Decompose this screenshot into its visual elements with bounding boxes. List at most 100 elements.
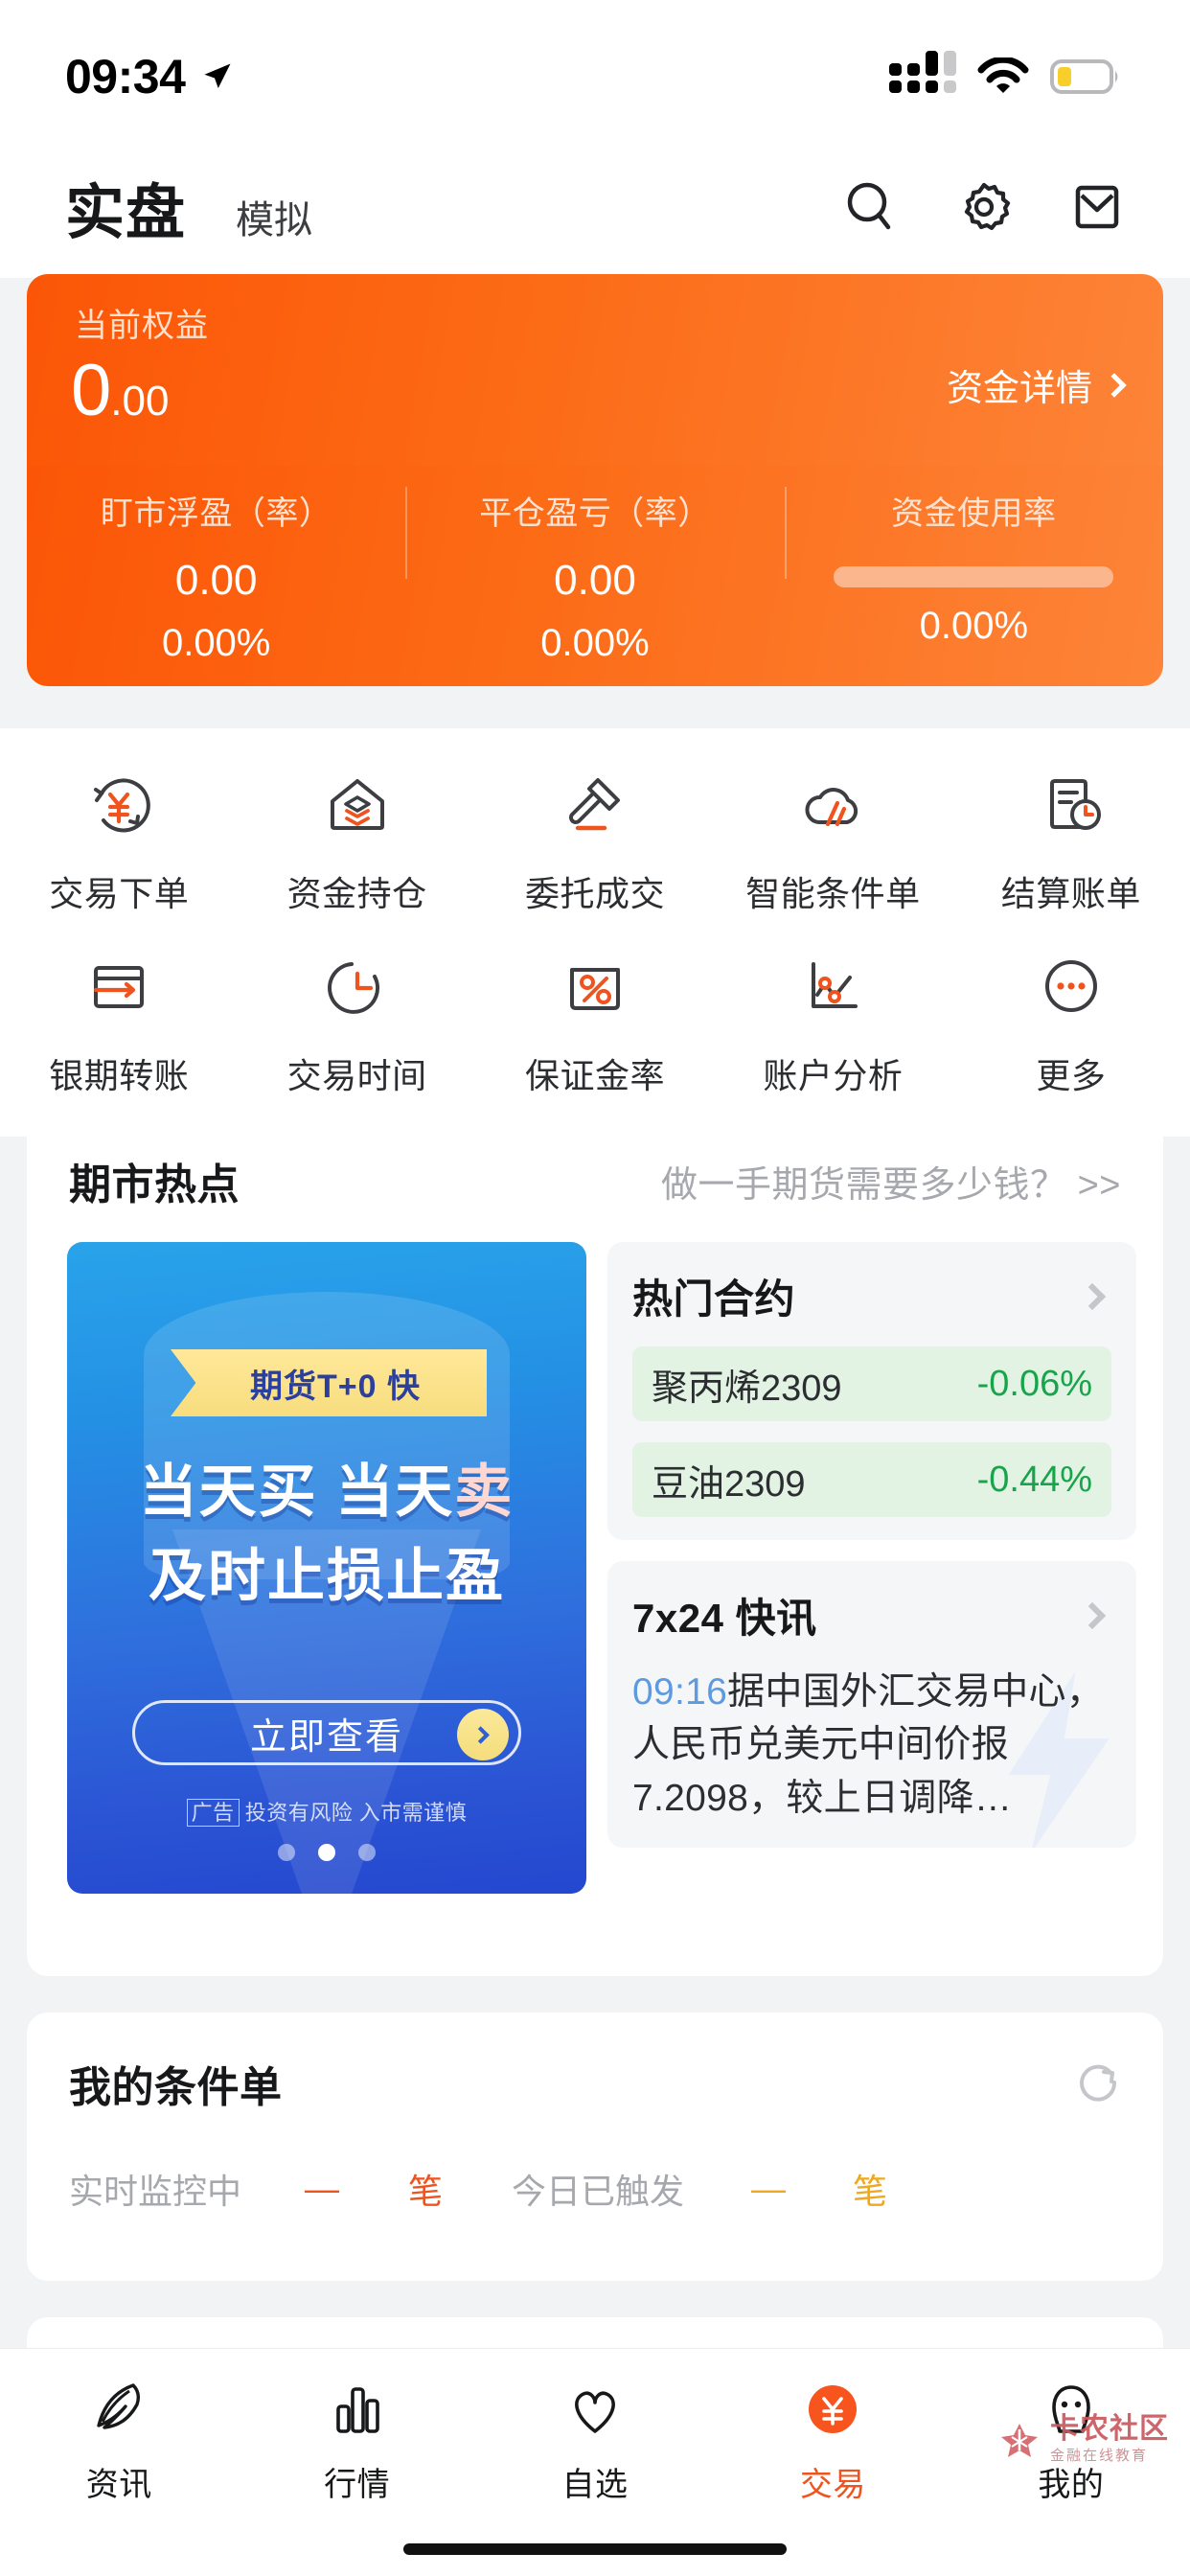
news-title: 7x24 快讯 — [632, 1596, 817, 1641]
banner-disclaimer: 广告 投资有风险 入市需谨慎 — [67, 1796, 586, 1827]
account-mode-tabs: 实盘 模拟 — [65, 164, 843, 250]
quick-action-trading-hours[interactable]: 交易时间 — [238, 926, 475, 1108]
card-transfer-icon — [79, 947, 159, 1027]
stat-percent: 0.00% — [161, 622, 271, 664]
equity-value-int: 0 — [71, 350, 111, 431]
status-time: 09:34 — [65, 50, 186, 104]
quick-action-trade-order[interactable]: 交易下单 — [0, 744, 238, 926]
equity-card: 当前权益 0.00 资金详情 — [27, 274, 1163, 494]
market-hotspot-header: 期市热点 做一手期货需要多少钱？ >> — [27, 1108, 1163, 1211]
equity-value: 0.00 — [71, 349, 169, 432]
quick-action-label: 更多 — [1036, 1056, 1107, 1095]
refresh-button[interactable] — [1075, 2058, 1121, 2109]
quick-action-orders-trades[interactable]: 委托成交 — [476, 744, 714, 926]
banner-headline-1a: 当天买 当天 — [139, 1460, 455, 1524]
stat-label: 盯市浮盈（率） — [100, 495, 332, 532]
my-conditional-orders-card: 我的条件单 实时监控中 — 笔 今日已触发 — 笔 — [27, 2012, 1163, 2281]
yen-circle-icon — [797, 2374, 868, 2445]
news-card[interactable]: 7x24 快讯 09:16据中国外汇交易中心，人民币兑美元中间价报7.2098，… — [607, 1561, 1136, 1849]
tab-live-account[interactable]: 实盘 — [65, 164, 186, 250]
quote-row[interactable]: 聚丙烯2309 -0.06% — [632, 1346, 1111, 1421]
section-title: 期市热点 — [69, 1162, 240, 1208]
pagination-dot[interactable] — [358, 1844, 376, 1861]
quick-action-label: 智能条件单 — [745, 874, 921, 913]
mail-icon[interactable] — [1069, 179, 1125, 235]
quick-action-account-analysis[interactable]: 账户分析 — [714, 926, 951, 1108]
hotspot-right-column: 热门合约 聚丙烯2309 -0.06% 豆油2309 -0.44% 7x24 快… — [607, 1242, 1136, 1894]
market-hotspot-card: 期市热点 做一手期货需要多少钱？ >> 期货T+0 快 当天买 当天卖 及时止损… — [27, 1108, 1163, 1976]
fund-detail-link[interactable]: 资金详情 — [947, 358, 1127, 411]
banner-ribbon: 期货T+0 快 — [171, 1349, 487, 1416]
triggered-count: — — [751, 2169, 787, 2208]
banner-cta-button[interactable]: 立即查看 — [132, 1700, 521, 1765]
stat-fund-usage: 资金使用率 0.00% — [784, 466, 1163, 686]
chevron-right-circle-icon — [457, 1709, 509, 1760]
conditional-orders-summary: 实时监控中 — 笔 今日已触发 — 笔 — [27, 2114, 1163, 2214]
disclaimer-text: 投资有风险 入市需谨慎 — [244, 1801, 468, 1825]
monitor-unit: 笔 — [408, 2172, 444, 2211]
stat-percent: 0.00% — [919, 605, 1029, 647]
cellular-signal-icon — [889, 51, 956, 93]
news-body: 09:16据中国外汇交易中心，人民币兑美元中间价报7.2098，较上日调降… — [632, 1666, 1111, 1825]
house-layers-icon — [317, 765, 398, 845]
location-arrow-icon — [204, 63, 231, 88]
nav-item-quotes[interactable]: 行情 — [238, 2374, 475, 2505]
nav-label-active: 交易 — [799, 2467, 866, 2503]
tab-simulated-account[interactable]: 模拟 — [236, 189, 312, 244]
triggered-label: 今日已触发 — [512, 2172, 685, 2211]
market-hotspot-body: 期货T+0 快 当天买 当天卖 及时止损止盈 立即查看 广告 投资有风险 入市需谨… — [27, 1211, 1163, 1894]
watermark-logo-icon — [1001, 2424, 1038, 2457]
watermark-title: 卡农社区 — [1050, 2413, 1169, 2445]
hot-contracts-title: 热门合约 — [632, 1276, 796, 1322]
hot-contracts-card[interactable]: 热门合约 聚丙烯2309 -0.06% 豆油2309 -0.44% — [607, 1242, 1136, 1540]
stat-label: 平仓盈亏（率） — [479, 495, 711, 532]
ellipsis-circle-icon — [1031, 947, 1111, 1027]
banner-ribbon-text: 期货T+0 快 — [250, 1368, 421, 1405]
hotspot-more-link[interactable]: 做一手期货需要多少钱？ >> — [661, 1155, 1121, 1208]
nav-label: 自选 — [561, 2467, 629, 2503]
quick-action-smart-conditional[interactable]: 智能条件单 — [714, 744, 951, 926]
line-chart-icon — [792, 947, 873, 1027]
chevron-right-icon[interactable] — [1078, 1282, 1107, 1310]
quote-row[interactable]: 豆油2309 -0.44% — [632, 1442, 1111, 1517]
quote-name: 豆油2309 — [652, 1463, 806, 1505]
banner-pagination-dots — [67, 1844, 586, 1861]
nav-item-watchlist[interactable]: 自选 — [476, 2374, 714, 2505]
nav-label: 我的 — [1038, 2467, 1105, 2503]
nav-label: 行情 — [324, 2467, 391, 2503]
triggered-unit: 笔 — [853, 2172, 888, 2211]
quick-action-positions[interactable]: 资金持仓 — [238, 744, 475, 926]
quick-action-label: 账户分析 — [763, 1056, 904, 1095]
app-header: 实盘 模拟 — [0, 136, 1190, 278]
my-conditional-orders-header: 我的条件单 — [27, 2012, 1163, 2114]
home-indicator — [403, 2543, 787, 2555]
pagination-dot[interactable] — [278, 1844, 295, 1861]
pagination-dot-active[interactable] — [318, 1844, 335, 1861]
document-clock-icon — [1031, 765, 1111, 845]
gear-icon[interactable] — [956, 179, 1012, 235]
refresh-icon — [1080, 2064, 1117, 2102]
quick-action-more[interactable]: 更多 — [952, 926, 1190, 1108]
chevron-right-icon[interactable] — [1078, 1601, 1107, 1629]
promo-banner[interactable]: 期货T+0 快 当天买 当天卖 及时止损止盈 立即查看 广告 投资有风险 入市需谨… — [67, 1242, 586, 1894]
hot-contracts-header: 热门合约 — [632, 1267, 1111, 1325]
cloud-lightning-icon — [792, 765, 873, 845]
stat-value: 0.00 — [174, 557, 258, 604]
quick-action-grid: 交易下单 资金持仓 委托成交 智能条件单 结算账单 银期转账 交易时间 保证金率… — [0, 728, 1190, 1137]
status-bar: 09:34 — [0, 0, 1190, 136]
news-feather-icon — [83, 2374, 154, 2445]
quick-action-settlement-bill[interactable]: 结算账单 — [952, 744, 1190, 926]
equity-label: 当前权益 — [75, 308, 209, 344]
quick-action-label: 委托成交 — [525, 874, 666, 913]
nav-item-news[interactable]: 资讯 — [0, 2374, 238, 2505]
quick-action-bank-transfer[interactable]: 银期转账 — [0, 926, 238, 1108]
quick-action-margin-rate[interactable]: 保证金率 — [476, 926, 714, 1108]
monitor-label: 实时监控中 — [69, 2172, 242, 2211]
stat-mark-to-market: 盯市浮盈（率） 0.00 0.00% — [27, 466, 405, 686]
equity-stats-row: 盯市浮盈（率） 0.00 0.00% 平仓盈亏（率） 0.00 0.00% 资金… — [27, 466, 1163, 686]
quote-change: -0.44% — [976, 1459, 1092, 1500]
ad-tag: 广告 — [186, 1799, 240, 1827]
search-icon[interactable] — [843, 179, 899, 235]
nav-item-trade[interactable]: 交易 — [714, 2374, 951, 2505]
quick-action-label: 交易时间 — [286, 1056, 427, 1095]
